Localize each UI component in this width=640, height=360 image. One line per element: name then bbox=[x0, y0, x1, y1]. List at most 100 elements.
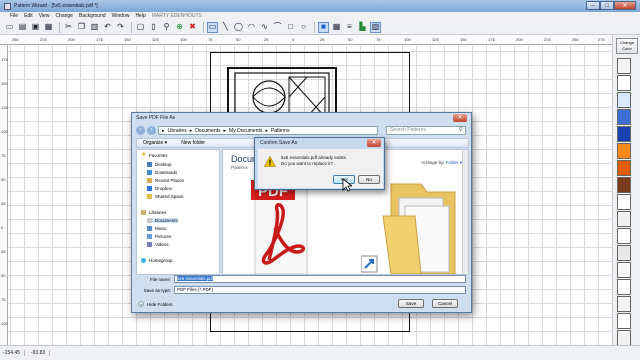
color-swatch[interactable] bbox=[617, 143, 631, 159]
bezier-tool-icon[interactable]: ⌒ bbox=[272, 22, 283, 33]
color-swatch[interactable] bbox=[617, 194, 631, 210]
color-swatch[interactable] bbox=[617, 313, 631, 329]
nav-downloads[interactable]: Downloads bbox=[147, 170, 177, 175]
redo-icon[interactable]: ↷ bbox=[115, 22, 126, 33]
color-swatch[interactable] bbox=[617, 58, 631, 74]
nav-libraries[interactable]: Libraries bbox=[141, 210, 166, 215]
menu-change[interactable]: Change bbox=[55, 13, 73, 19]
line-tool-icon[interactable]: ╲ bbox=[220, 22, 231, 33]
menu-window[interactable]: Window bbox=[112, 13, 130, 19]
forward-icon[interactable]: › bbox=[147, 126, 156, 135]
no-button[interactable]: No bbox=[358, 175, 380, 184]
ruler-label: 225 bbox=[544, 37, 551, 42]
ellipse-tool-icon[interactable]: ◯ bbox=[233, 22, 244, 33]
menu-file[interactable]: File bbox=[10, 13, 18, 19]
new-folder-button[interactable]: New folder bbox=[181, 140, 205, 146]
back-icon[interactable]: ‹ bbox=[136, 126, 145, 135]
maximize-button[interactable]: □ bbox=[600, 1, 614, 10]
nav-desktop[interactable]: Desktop bbox=[147, 162, 172, 167]
color-swatch[interactable] bbox=[617, 296, 631, 312]
grid-tool-icon[interactable]: ▦ bbox=[331, 22, 342, 33]
color-swatch[interactable] bbox=[617, 75, 631, 91]
nav-music[interactable]: Music bbox=[147, 226, 167, 231]
arrange-value[interactable]: Folder ▾ bbox=[446, 160, 462, 165]
curve-tool-icon[interactable]: ∿ bbox=[259, 22, 270, 33]
save-dialog-close-button[interactable]: ✕ bbox=[453, 114, 467, 122]
menu-view[interactable]: View bbox=[39, 13, 50, 19]
nav-favorites[interactable]: ★ Favorites bbox=[141, 152, 168, 158]
square-tool-icon[interactable]: □ bbox=[285, 22, 296, 33]
ruler-label: 25 bbox=[1, 249, 6, 254]
nav-recent-places[interactable]: Recent Places bbox=[147, 178, 184, 183]
color-swatch[interactable] bbox=[617, 126, 631, 142]
close-button[interactable]: ✕ bbox=[614, 1, 636, 10]
hide-folders-toggle[interactable]: ˄ Hide Folders bbox=[138, 301, 173, 307]
color-swatch[interactable] bbox=[617, 279, 631, 295]
breadcrumb[interactable]: ▸ Libraries ▸ Documents ▸ My Documents ▸… bbox=[158, 126, 378, 135]
layer-tool-icon[interactable]: ≡ bbox=[344, 22, 355, 33]
circle-tool-icon[interactable]: ○ bbox=[298, 22, 309, 33]
color-swatch[interactable] bbox=[617, 177, 631, 193]
nav-documents[interactable]: Documents bbox=[147, 218, 178, 223]
image-tool-icon[interactable]: ▙ bbox=[357, 22, 368, 33]
arrange-by[interactable]: Arrange by: Folder ▾ bbox=[421, 160, 462, 166]
new-icon[interactable]: ▭ bbox=[4, 22, 15, 33]
save-button[interactable]: Save bbox=[398, 299, 424, 308]
arc-tool-icon[interactable]: ◠ bbox=[246, 22, 257, 33]
select-icon[interactable]: ▢ bbox=[135, 22, 146, 33]
zoom-icon[interactable]: ⚲ bbox=[161, 22, 172, 33]
nav-label: Desktop bbox=[155, 162, 172, 167]
fill-tool-icon[interactable]: ■ bbox=[318, 21, 329, 33]
nav-dropbox[interactable]: Dropbox bbox=[147, 186, 172, 191]
nav-homegroup[interactable]: Homegroup bbox=[141, 258, 173, 263]
color-swatch[interactable] bbox=[617, 160, 631, 176]
delete-icon[interactable]: ✖ bbox=[187, 22, 198, 33]
folder-file-icon[interactable] bbox=[360, 176, 457, 274]
menu-background[interactable]: Background bbox=[79, 13, 106, 19]
nav-shared-space[interactable]: Shared Space bbox=[147, 194, 184, 199]
color-swatch[interactable] bbox=[617, 211, 631, 227]
color-swatch[interactable] bbox=[617, 262, 631, 278]
snap-tool-icon[interactable]: ▧ bbox=[370, 21, 381, 33]
color-swatch[interactable] bbox=[617, 330, 631, 346]
add-icon[interactable]: ⊕ bbox=[174, 22, 185, 33]
change-color-button[interactable]: Change Color bbox=[616, 38, 638, 54]
cancel-button[interactable]: Cancel bbox=[432, 299, 458, 308]
page-icon[interactable]: ▯ bbox=[148, 22, 159, 33]
cut-icon[interactable]: ✂ bbox=[63, 22, 74, 33]
organize-button[interactable]: Organize ▾ bbox=[143, 140, 167, 146]
toolbar-separator bbox=[203, 21, 204, 33]
breadcrumb-patterns[interactable]: Patterns bbox=[271, 128, 290, 134]
menu-edit[interactable]: Edit bbox=[24, 13, 33, 19]
search-input[interactable]: Search Patterns ⚲ bbox=[386, 126, 466, 135]
minimize-button[interactable]: – bbox=[586, 1, 600, 10]
breadcrumb-documents[interactable]: Documents bbox=[195, 128, 220, 134]
nav-videos[interactable]: Videos bbox=[147, 242, 169, 247]
paste-icon[interactable]: ▥ bbox=[89, 22, 100, 33]
color-swatch[interactable] bbox=[617, 92, 631, 108]
breadcrumb-separator: ▸ bbox=[189, 127, 193, 134]
breadcrumb-separator: ▸ bbox=[265, 127, 268, 134]
breadcrumb-separator: ▸ bbox=[223, 127, 227, 134]
menu-help[interactable]: Help bbox=[135, 13, 145, 19]
save-icon[interactable]: ▣ bbox=[30, 22, 41, 33]
color-swatch[interactable] bbox=[617, 109, 631, 125]
copy-icon[interactable]: ❐ bbox=[76, 22, 87, 33]
ruler-label: 50 bbox=[348, 37, 353, 42]
print-icon[interactable]: ▦ bbox=[43, 22, 54, 33]
nav-pictures[interactable]: Pictures bbox=[147, 234, 171, 239]
vertical-scrollbar[interactable] bbox=[462, 150, 468, 274]
pdf-file-icon[interactable]: PDF bbox=[251, 176, 311, 274]
open-icon[interactable]: ▤ bbox=[17, 22, 28, 33]
breadcrumb-libraries[interactable]: Libraries bbox=[168, 128, 187, 134]
color-swatch[interactable] bbox=[617, 228, 631, 244]
file-name-input[interactable]: 5x5 essentials.pdf bbox=[174, 275, 466, 283]
undo-icon[interactable]: ↶ bbox=[102, 22, 113, 33]
ruler-label: 225 bbox=[40, 37, 47, 42]
save-type-select[interactable]: PDF Files (*.PDF) bbox=[174, 286, 466, 294]
nav-label: Favorites bbox=[149, 153, 168, 158]
rectangle-tool-icon[interactable]: ▭ bbox=[207, 21, 218, 33]
breadcrumb-my-documents[interactable]: My Documents bbox=[229, 128, 262, 134]
color-swatch[interactable] bbox=[617, 245, 631, 261]
confirm-dialog-close-button[interactable]: ✕ bbox=[367, 139, 381, 147]
